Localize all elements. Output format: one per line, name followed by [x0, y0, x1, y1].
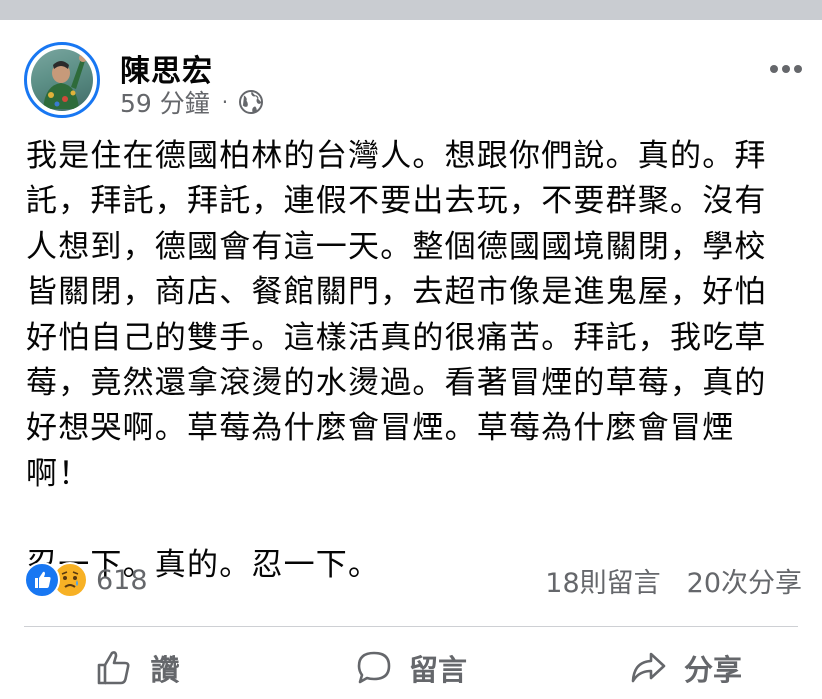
post-meta: 59 分鐘 · — [120, 86, 264, 118]
like-icon — [24, 562, 60, 598]
comment-count[interactable]: 18則留言 — [545, 561, 660, 600]
share-button[interactable]: 分享 — [548, 640, 822, 696]
comment-icon — [357, 651, 391, 684]
post-time[interactable]: 59 分鐘 — [120, 84, 210, 120]
like-button[interactable]: 讚 — [0, 640, 274, 696]
divider — [24, 626, 798, 627]
engagement-stats: 18則留言 20次分享 — [545, 558, 802, 602]
meta-separator: · — [221, 90, 229, 114]
post-card: 陳思宏 59 分鐘 · 我是住在德國柏林的台灣人。想跟你們說。真的。拜託，拜託，… — [0, 20, 822, 699]
comment-button[interactable]: 留言 — [274, 640, 548, 696]
share-count[interactable]: 20次分享 — [687, 561, 802, 600]
avatar-photo — [31, 49, 93, 111]
comment-label: 留言 — [408, 653, 467, 687]
action-bar: 讚 留言 分享 — [0, 640, 822, 696]
reaction-count: 618 — [96, 564, 148, 596]
share-label: 分享 — [683, 653, 742, 687]
post-body-text: 我是住在德國柏林的台灣人。想跟你們說。真的。拜託，拜託，拜託，連假不要出去玩，不… — [26, 138, 767, 583]
share-icon — [631, 652, 666, 683]
thumbs-up-icon — [98, 651, 130, 685]
reactions-summary[interactable]: 618 — [24, 558, 148, 602]
like-label: 讚 — [150, 653, 180, 687]
top-bar — [0, 0, 822, 20]
avatar[interactable] — [24, 42, 100, 118]
globe-icon[interactable] — [238, 89, 264, 115]
more-dots-icon[interactable] — [768, 60, 804, 73]
